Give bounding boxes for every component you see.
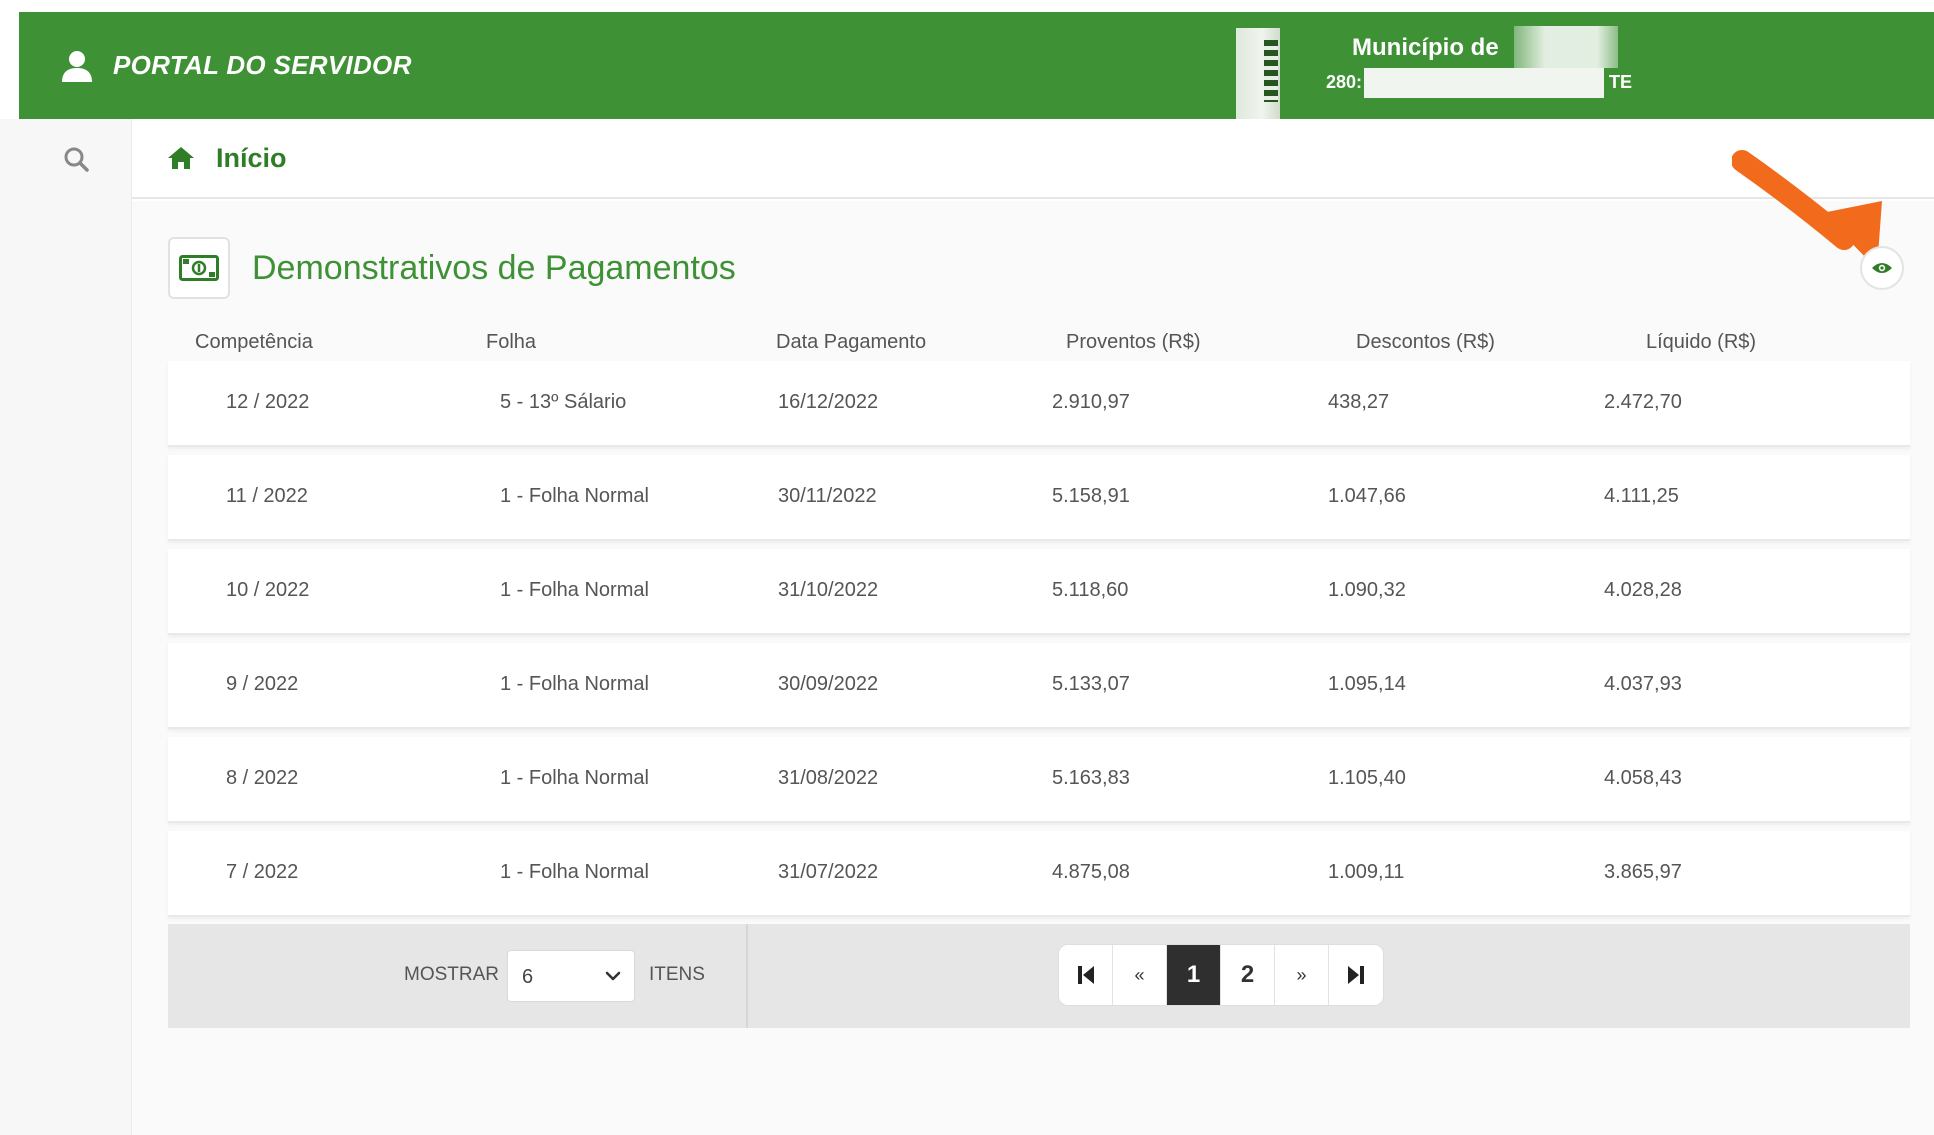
portal-brand[interactable]: PORTAL DO SERVIDOR: [59, 12, 412, 119]
last-page-button[interactable]: [1329, 945, 1383, 1005]
prev-page-button[interactable]: «: [1113, 945, 1167, 1005]
cell-data-pagamento: 30/11/2022: [778, 485, 877, 507]
home-icon[interactable]: [166, 145, 196, 171]
cell-liquido: 4.028,28: [1604, 579, 1682, 601]
cell-competencia: 7 / 2022: [226, 861, 299, 883]
cell-data-pagamento: 16/12/2022: [778, 391, 879, 413]
cell-descontos: 1.009,11: [1328, 861, 1405, 883]
municipality-info: Município de 280: TE: [1216, 12, 1636, 131]
show-label: MOSTRAR: [404, 964, 499, 985]
table-footer: MOSTRAR 6 ITENS « 1 2 »: [168, 924, 1910, 1028]
items-per-page-value: 6: [522, 966, 534, 988]
redaction-mask: [1514, 26, 1618, 68]
cell-folha: 5 - 13º Sálario: [500, 391, 627, 413]
cell-folha: 1 - Folha Normal: [500, 861, 649, 883]
cell-liquido: 4.037,93: [1604, 673, 1682, 695]
footer-divider: [746, 924, 748, 1028]
cell-descontos: 1.047,66: [1328, 485, 1406, 507]
cell-competencia: 9 / 2022: [226, 673, 299, 695]
toggle-visibility-button[interactable]: [1860, 246, 1904, 290]
search-button[interactable]: [58, 141, 94, 177]
breadcrumb-home[interactable]: Início: [216, 143, 287, 174]
cell-descontos: 1.105,40: [1328, 767, 1406, 789]
column-header: Competência: [195, 331, 313, 353]
cell-descontos: 1.090,32: [1328, 579, 1406, 601]
municipality-code-suffix: TE: [1609, 72, 1633, 92]
page-1-button[interactable]: 1: [1167, 945, 1221, 1005]
items-label: ITENS: [649, 964, 705, 985]
money-icon: [179, 255, 219, 281]
cell-descontos: 438,27: [1328, 391, 1390, 413]
cell-liquido: 3.865,97: [1604, 861, 1682, 883]
page-2-button[interactable]: 2: [1221, 945, 1275, 1005]
first-page-icon: [1077, 966, 1094, 984]
pagination: « 1 2 »: [1058, 944, 1384, 1006]
cell-data-pagamento: 31/07/2022: [778, 861, 879, 883]
cell-folha: 1 - Folha Normal: [500, 485, 649, 507]
cell-folha: 1 - Folha Normal: [500, 579, 649, 601]
money-badge: [168, 237, 230, 299]
user-icon: [62, 50, 92, 82]
cell-proventos: 5.158,91: [1052, 485, 1130, 507]
cell-competencia: 8 / 2022: [226, 767, 299, 789]
top-bar: PORTAL DO SERVIDOR Município de 280: TE: [19, 12, 1934, 131]
cell-proventos: 5.118,60: [1052, 579, 1129, 601]
chevron-down-icon: [605, 971, 621, 981]
cell-proventos: 5.133,07: [1052, 673, 1130, 695]
portal-title: PORTAL DO SERVIDOR: [113, 50, 412, 80]
sidebar: [0, 119, 132, 1135]
cell-descontos: 1.095,14: [1328, 673, 1406, 695]
table-row[interactable]: 9 / 2022 1 - Folha Normal 30/09/2022 5.1…: [168, 643, 1910, 729]
cell-proventos: 2.910,97: [1052, 391, 1130, 413]
table-row[interactable]: 11 / 2022 1 - Folha Normal 30/11/2022 5.…: [168, 455, 1910, 541]
search-icon: [64, 147, 89, 172]
main-content: Demonstrativos de Pagamentos Competência…: [132, 150, 1934, 1135]
app-window: PORTAL DO SERVIDOR Município de 280: TE …: [0, 0, 1934, 1135]
municipality-logo-mark: [1264, 40, 1278, 102]
items-per-page-select[interactable]: 6: [507, 950, 635, 1002]
column-header: Descontos (R$): [1356, 331, 1495, 353]
cell-liquido: 4.111,25: [1604, 485, 1679, 507]
column-header: Data Pagamento: [776, 331, 927, 353]
table-row[interactable]: 10 / 2022 1 - Folha Normal 31/10/2022 5.…: [168, 549, 1910, 635]
last-page-icon: [1348, 966, 1364, 984]
cell-data-pagamento: 31/08/2022: [778, 767, 879, 789]
column-header: Líquido (R$): [1646, 331, 1757, 353]
table-row[interactable]: 7 / 2022 1 - Folha Normal 31/07/2022 4.8…: [168, 831, 1910, 917]
panel-title: Demonstrativos de Pagamentos: [252, 248, 736, 287]
cell-data-pagamento: 30/09/2022: [778, 673, 879, 695]
column-header: Folha: [486, 331, 537, 353]
municipality-code-prefix: 280:: [1326, 72, 1363, 92]
cell-proventos: 4.875,08: [1052, 861, 1130, 883]
column-header: Proventos (R$): [1066, 331, 1201, 353]
next-page-button[interactable]: »: [1275, 945, 1329, 1005]
cell-competencia: 11 / 2022: [226, 485, 308, 507]
municipality-name: Município de: [1352, 34, 1499, 61]
redaction-mask: [1364, 68, 1604, 98]
first-page-button[interactable]: [1059, 945, 1113, 1005]
eye-icon: [1872, 263, 1892, 273]
cell-liquido: 2.472,70: [1604, 391, 1682, 413]
panel-header: Demonstrativos de Pagamentos: [168, 237, 736, 299]
cell-folha: 1 - Folha Normal: [500, 673, 649, 695]
cell-data-pagamento: 31/10/2022: [778, 579, 879, 601]
table-row[interactable]: 8 / 2022 1 - Folha Normal 31/08/2022 5.1…: [168, 737, 1910, 823]
cell-folha: 1 - Folha Normal: [500, 767, 649, 789]
cell-competencia: 12 / 2022: [226, 391, 310, 413]
cell-competencia: 10 / 2022: [226, 579, 310, 601]
table-row[interactable]: 12 / 2022 5 - 13º Sálario 16/12/2022 2.9…: [168, 361, 1910, 447]
cell-liquido: 4.058,43: [1604, 767, 1682, 789]
cell-proventos: 5.163,83: [1052, 767, 1130, 789]
breadcrumb: Início: [132, 119, 1934, 199]
